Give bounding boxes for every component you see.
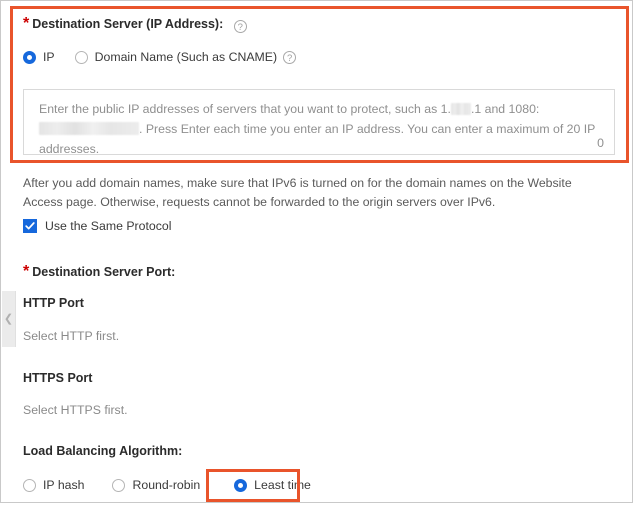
character-counter: 0	[597, 136, 604, 150]
redacted-block	[39, 122, 139, 135]
radio-label: Least time	[254, 478, 311, 492]
radio-option-ip[interactable]: IP	[23, 50, 55, 64]
checkmark-icon	[25, 222, 35, 230]
checkbox-label: Use the Same Protocol	[45, 219, 172, 233]
http-port-hint: Select HTTP first.	[23, 329, 120, 343]
placeholder-text-part-1: Enter the public IP addresses of servers…	[39, 102, 451, 116]
radio-option-round-robin[interactable]: Round-robin	[112, 478, 200, 492]
radio-indicator	[23, 478, 36, 492]
destination-server-textarea[interactable]: Enter the public IP addresses of servers…	[23, 89, 615, 156]
https-port-heading: HTTPS Port	[23, 371, 93, 385]
radio-option-least-time[interactable]: Least time	[234, 478, 311, 492]
radio-label: Round-robin	[132, 478, 201, 492]
load-balancing-radio-group: IP hash Round-robin Least time	[23, 478, 311, 492]
destination-port-label: Destination Server Port:	[32, 265, 176, 279]
radio-indicator	[23, 50, 36, 64]
required-marker: *	[23, 263, 30, 280]
use-same-protocol-checkbox-row[interactable]: Use the Same Protocol	[23, 219, 171, 233]
ipv6-notice-text: After you add domain names, make sure th…	[23, 176, 572, 209]
help-circle-icon[interactable]: ?	[283, 50, 297, 64]
https-port-hint: Select HTTPS first.	[23, 403, 128, 417]
http-port-heading: HTTP Port	[23, 296, 84, 310]
settings-panel: ❮ * Destination Server (IP Address): ? IP…	[0, 0, 633, 503]
placeholder-text-part-2: .1 and 1080:	[470, 102, 540, 116]
radio-indicator	[74, 50, 88, 64]
radio-label: Domain Name (Such as CNAME)	[94, 50, 278, 64]
chevron-left-icon: ❮	[3, 312, 14, 325]
placeholder-text-part-3: .	[139, 122, 143, 136]
destination-server-label: Destination Server (IP Address):	[32, 17, 224, 31]
checkbox-indicator	[23, 219, 37, 233]
panel-collapse-handle[interactable]: ❮	[2, 291, 16, 347]
radio-indicator	[234, 478, 248, 492]
textarea-placeholder: Enter the public IP addresses of servers…	[39, 99, 604, 159]
address-type-radio-group: IP Domain Name (Such as CNAME) ?	[23, 50, 297, 64]
required-marker: *	[23, 15, 30, 32]
destination-server-label-row: * Destination Server (IP Address): ?	[23, 15, 247, 33]
radio-label: IP hash	[43, 478, 85, 492]
radio-label: IP	[43, 50, 55, 64]
destination-port-label-row: * Destination Server Port:	[23, 263, 175, 281]
radio-option-ip-hash[interactable]: IP hash	[23, 478, 84, 492]
load-balancing-label: Load Balancing Algorithm:	[23, 444, 183, 458]
radio-option-domain-name[interactable]: Domain Name (Such as CNAME)	[74, 50, 278, 64]
radio-indicator	[112, 478, 126, 492]
help-circle-icon[interactable]: ?	[233, 20, 247, 33]
redacted-block	[450, 103, 471, 115]
